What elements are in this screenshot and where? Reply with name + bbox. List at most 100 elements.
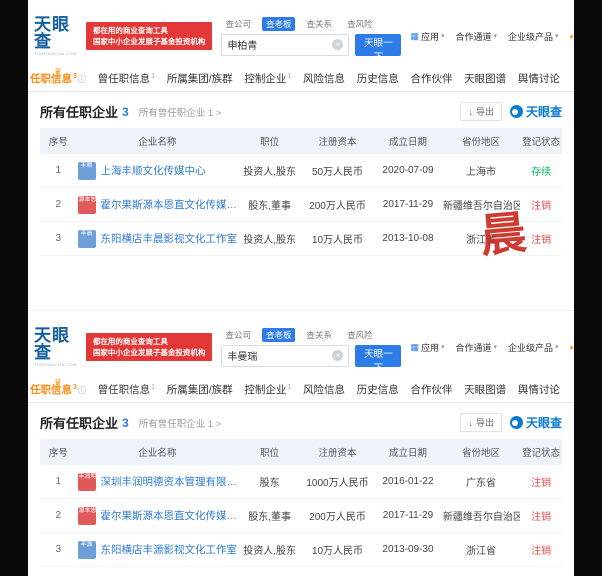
export-button[interactable]: ↓导出 (460, 413, 502, 432)
nav-label: 合作伙伴 (410, 384, 452, 396)
download-icon: ↓ (468, 418, 473, 428)
search-tab-company[interactable]: 查公司 (221, 17, 255, 31)
nav-label: 曾任职信息 (98, 384, 151, 396)
nav-tab-risk-info[interactable]: 风险信息 (301, 382, 347, 397)
status-badge: 存续 (531, 167, 551, 178)
company-logo-badge: 丰润明德 (78, 473, 96, 491)
nav-count: 1 (151, 384, 155, 391)
search-tab-risk[interactable]: 查风险 (343, 328, 377, 342)
nav-count: 3 (73, 73, 77, 80)
header-seq: 序号 (40, 128, 77, 154)
table-header-row: 序号 企业名称 职位 注册资本 成立日期 省份地区 登记状态 (40, 128, 562, 154)
nav-tab-past-positions[interactable]: 曾任职信息1 (96, 71, 157, 86)
logo-text: 天眼查 (34, 16, 77, 50)
section-header: 所有任职企业 3 所有曾任职企业 1 > ↓导出 天眼查 (28, 92, 574, 128)
row-region: 新疆维吾尔自治区 (442, 188, 520, 222)
clear-icon[interactable]: × (332, 350, 343, 361)
header-company: 企业名称 (77, 439, 239, 465)
tianyancha-logo[interactable]: 天眼查 TIANYANCHA.COM (34, 16, 77, 56)
nav-tab-graph[interactable]: 天眼图谱 (462, 382, 508, 397)
menu-label: 应用 (421, 341, 439, 354)
jobs-table: 序号 企业名称 职位 注册资本 成立日期 省份地区 登记状态 1 丰润明德深圳丰… (40, 439, 562, 567)
nav-label: 风险信息 (303, 73, 345, 85)
nav-tab-group[interactable]: 所属集团/族群 (165, 71, 235, 86)
nav-tab-public-opinion[interactable]: 舆情讨论 (516, 71, 562, 86)
row-region: 广东省 (442, 465, 520, 499)
company-link[interactable]: 深圳丰润明德资本管理有限公司 (101, 474, 238, 489)
info-icon: ⓘ (78, 75, 86, 84)
row-date: 2017-11-29 (374, 499, 442, 533)
past-companies-link[interactable]: 所有曾任职企业 1 > (139, 105, 222, 119)
table-header-row: 序号 企业名称 职位 注册资本 成立日期 省份地区 登记状态 (40, 439, 562, 465)
search-tab-relation[interactable]: 查关系 (302, 17, 336, 31)
nav-label: 控制企业 (244, 73, 286, 85)
nav-tab-partners[interactable]: 合作伙伴 (408, 71, 454, 86)
row-seq: 1 (40, 154, 77, 188)
table-row: 2 源本恩直霍尔果斯源本恩直文化传媒有限公司 股东,董事 200万人民币 201… (40, 499, 562, 533)
menu-enterprise-products[interactable]: 企业级产品▾ (508, 30, 559, 43)
table-row: 1 丰润明德深圳丰润明德资本管理有限公司 股东 1000万人民币 2016-01… (40, 465, 562, 499)
menu-cooperation[interactable]: 合作通道▾ (455, 341, 497, 354)
nav-label: 天眼图谱 (464, 73, 506, 85)
search-input[interactable]: 申柏青 × (221, 34, 349, 56)
row-date: 2017-11-29 (374, 188, 442, 222)
search-button[interactable]: 天眼一下 (355, 34, 401, 56)
nav-tab-history-info[interactable]: 历史信息 (355, 382, 401, 397)
brand-watermark: 天眼查 (510, 103, 562, 120)
nav-tab-history-info[interactable]: 历史信息 (355, 71, 401, 86)
company-logo-badge: 丰晨 (78, 230, 96, 248)
nav-tab-controlled-companies[interactable]: 控制企业1 (242, 382, 293, 397)
menu-apps[interactable]: ▦应用▾ (410, 341, 444, 354)
nav-tab-controlled-companies[interactable]: 控制企业1 (242, 71, 293, 86)
site-header: 天眼查 TIANYANCHA.COM 都在用的商业查询工具 国家中小企业发展子基… (28, 8, 574, 66)
row-position: 股东,董事 (238, 499, 301, 533)
section-count: 3 (122, 105, 129, 119)
jobs-table: 序号 企业名称 职位 注册资本 成立日期 省份地区 登记状态 1 丰顺上海丰顺文… (40, 128, 562, 256)
logo-caption: TIANYANCHA.COM (34, 363, 77, 367)
search-tab-boss[interactable]: 查老板 (262, 17, 296, 31)
clear-icon[interactable]: × (332, 39, 343, 50)
company-link[interactable]: 上海丰顺文化传媒中心 (101, 163, 206, 178)
company-link[interactable]: 东阳横店丰晨影视文化工作室 (101, 231, 238, 246)
tianyancha-panel-top: 天眼查 TIANYANCHA.COM 都在用的商业查询工具 国家中小企业发展子基… (28, 0, 574, 300)
chevron-down-icon: ▾ (494, 343, 498, 351)
row-position: 投资人,股东 (238, 533, 301, 567)
section-count: 3 (122, 416, 129, 430)
header-capital: 注册资本 (301, 128, 374, 154)
company-link[interactable]: 霍尔果斯源本恩直文化传媒有限公司 (101, 197, 238, 212)
chevron-down-icon: ▾ (494, 32, 498, 40)
nav-tab-graph[interactable]: 天眼图谱 (462, 71, 508, 86)
nav-label: 合作伙伴 (410, 73, 452, 85)
tianyancha-logo[interactable]: 天眼查 TIANYANCHA.COM (34, 327, 77, 367)
search-tab-relation[interactable]: 查关系 (302, 328, 336, 342)
menu-apps[interactable]: ▦应用▾ (410, 30, 444, 43)
nav-tab-public-opinion[interactable]: 舆情讨论 (516, 382, 562, 397)
search-area: 查公司 查老板 查关系 查风险 丰曼瑞 × 天眼一下 (221, 328, 401, 367)
nav-label: 所属集团/族群 (167, 384, 233, 396)
grid-icon: ▦ (410, 31, 419, 42)
row-seq: 3 (40, 533, 77, 567)
status-badge: 注销 (531, 546, 551, 557)
nav-tab-past-positions[interactable]: 曾任职信息1 (96, 382, 157, 397)
search-tab-boss[interactable]: 查老板 (262, 328, 296, 342)
header-date: 成立日期 (374, 128, 442, 154)
menu-enterprise-products[interactable]: 企业级产品▾ (508, 341, 559, 354)
company-link[interactable]: 东阳横店丰源影视文化工作室 (101, 542, 238, 557)
search-tab-risk[interactable]: 查风险 (343, 17, 377, 31)
search-tab-company[interactable]: 查公司 (221, 328, 255, 342)
search-input[interactable]: 丰曼瑞 × (221, 345, 349, 367)
past-companies-link[interactable]: 所有曾任职企业 1 > (139, 416, 222, 430)
nav-tab-risk-info[interactable]: 风险信息 (301, 71, 347, 86)
export-button[interactable]: ↓导出 (460, 102, 502, 121)
status-badge: 注销 (531, 201, 551, 212)
search-area: 查公司 查老板 查关系 查风险 申柏青 × 天眼一下 (221, 17, 401, 56)
menu-cooperation[interactable]: 合作通道▾ (455, 30, 497, 43)
header-date: 成立日期 (374, 439, 442, 465)
nav-tab-partners[interactable]: 合作伙伴 (408, 382, 454, 397)
row-seq: 2 (40, 188, 77, 222)
search-button[interactable]: 天眼一下 (355, 345, 401, 367)
top-menu: ▦应用▾ 合作通道▾ 企业级产品▾ ♦开通会员▾ 超级风...▾ (410, 341, 574, 354)
nav-tab-group[interactable]: 所属集团/族群 (165, 382, 235, 397)
company-link[interactable]: 霍尔果斯源本恩直文化传媒有限公司 (101, 508, 238, 523)
banner-line1: 都在用的商业查询工具 (93, 336, 206, 347)
